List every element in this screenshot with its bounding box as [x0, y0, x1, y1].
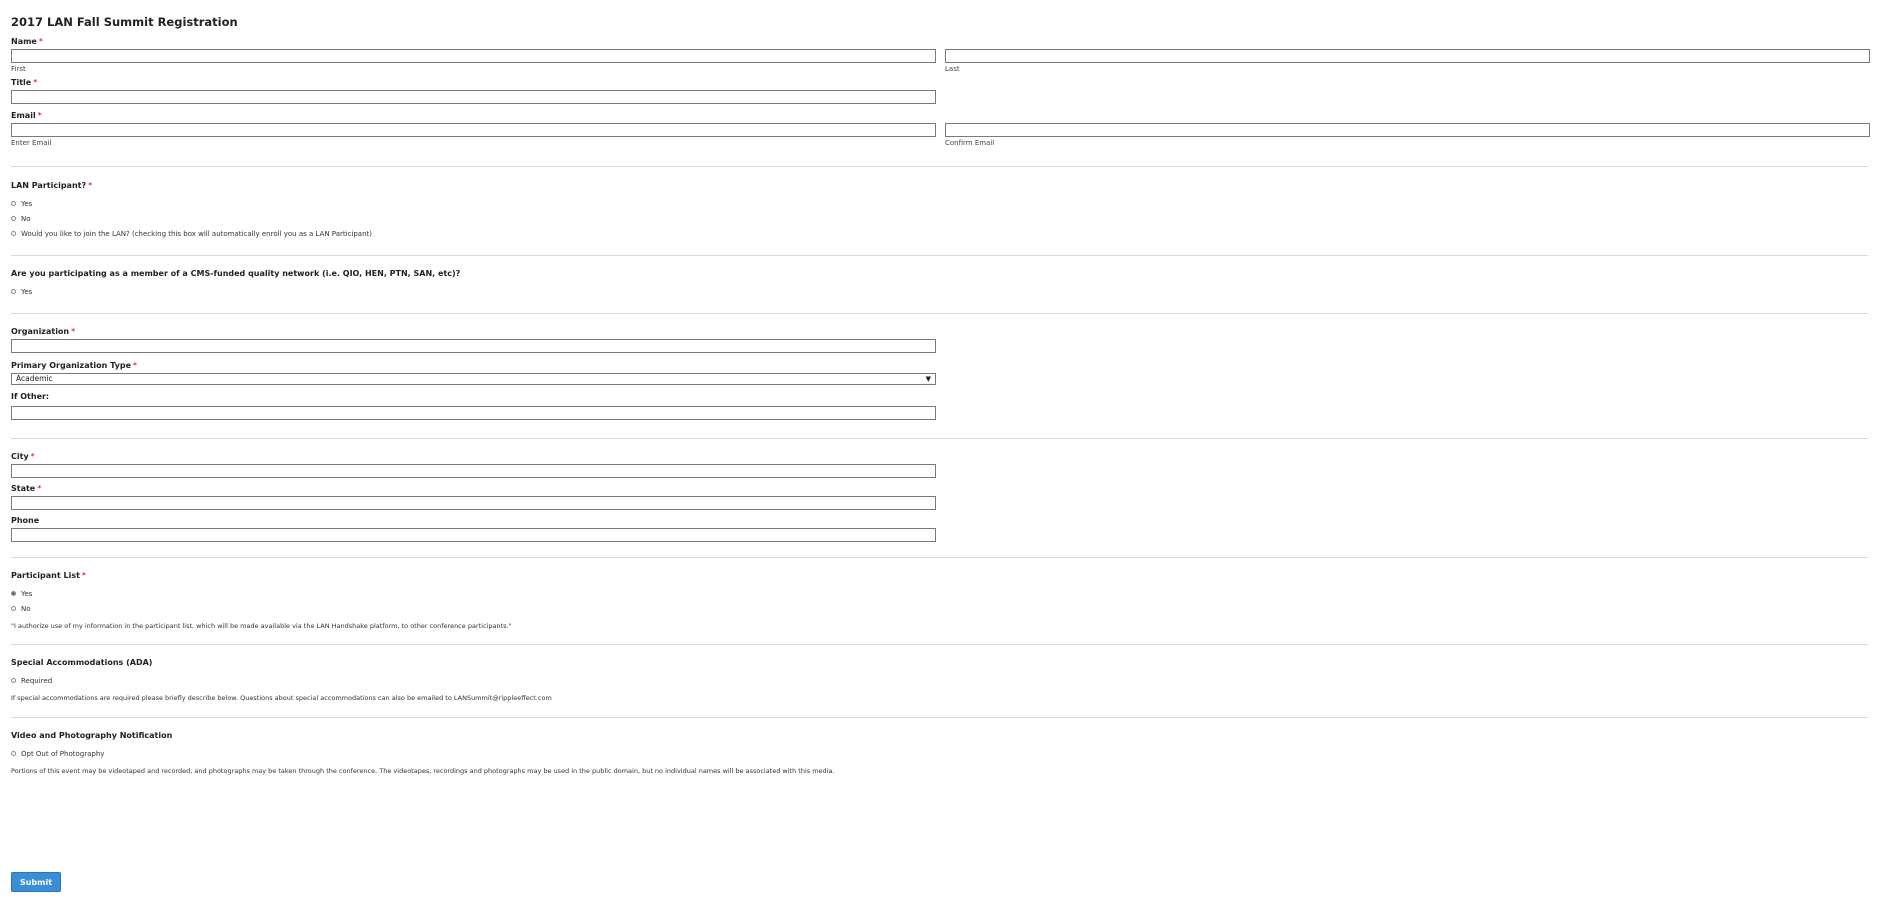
cms-network-option-yes[interactable]: Yes	[11, 284, 1868, 299]
ada-option-required[interactable]: Required	[11, 673, 1868, 688]
lan-participant-label: LAN Participant? *	[11, 181, 93, 190]
participant-list-label: Participant List *	[11, 571, 86, 580]
radio-icon[interactable]	[11, 606, 16, 611]
last-name-sublabel: Last	[945, 65, 960, 73]
checkbox-icon[interactable]	[11, 678, 16, 683]
title-input[interactable]	[11, 90, 936, 104]
last-name-input[interactable]	[945, 49, 1870, 63]
required-mark: *	[33, 78, 38, 87]
org-type-label: Primary Organization Type *	[11, 361, 138, 370]
participant-list-note: "I authorize use of my information in th…	[11, 622, 512, 630]
cms-network-label: Are you participating as a member of a C…	[11, 269, 461, 278]
city-label: City *	[11, 452, 35, 461]
ada-note: If special accommodations are required p…	[11, 694, 552, 702]
first-name-input[interactable]	[11, 49, 936, 63]
required-mark: *	[71, 327, 76, 336]
state-input[interactable]	[11, 496, 936, 510]
section-divider	[11, 166, 1868, 167]
radio-selected-icon[interactable]	[11, 591, 16, 596]
city-input[interactable]	[11, 464, 936, 478]
section-divider	[11, 255, 1868, 256]
video-note: Portions of this event may be videotaped…	[11, 767, 835, 775]
submit-button[interactable]: Submit	[11, 872, 61, 892]
required-mark: *	[81, 571, 86, 580]
lan-participant-option-join[interactable]: Would you like to join the LAN? (checkin…	[11, 226, 1868, 241]
section-divider	[11, 313, 1868, 314]
form-title: 2017 LAN Fall Summit Registration	[11, 15, 238, 29]
phone-input[interactable]	[11, 528, 936, 542]
title-label: Title *	[11, 78, 38, 87]
org-type-select[interactable]: Academic ▼	[11, 373, 936, 385]
required-mark: *	[88, 181, 93, 190]
required-mark: *	[37, 484, 42, 493]
video-option-opt-out[interactable]: Opt Out of Photography	[11, 746, 1868, 761]
registration-form: 2017 LAN Fall Summit Registration Name * …	[0, 0, 1879, 775]
checkbox-icon[interactable]	[11, 751, 16, 756]
first-name-sublabel: First	[11, 65, 26, 73]
email-input[interactable]	[11, 123, 936, 137]
chevron-down-icon[interactable]: ▼	[926, 374, 931, 384]
enter-email-sublabel: Enter Email	[11, 139, 52, 147]
organization-input[interactable]	[11, 339, 936, 353]
required-mark: *	[133, 361, 138, 370]
radio-icon[interactable]	[11, 201, 16, 206]
section-divider	[11, 557, 1868, 558]
lan-participant-option-no[interactable]: No	[11, 211, 1868, 226]
required-mark: *	[30, 452, 35, 461]
participant-list-option-yes[interactable]: Yes	[11, 586, 1868, 601]
confirm-email-input[interactable]	[945, 123, 1870, 137]
section-divider	[11, 438, 1868, 439]
email-label: Email *	[11, 111, 42, 120]
required-mark: *	[37, 111, 42, 120]
radio-icon[interactable]	[11, 216, 16, 221]
radio-icon[interactable]	[11, 231, 16, 236]
name-label: Name *	[11, 37, 43, 46]
required-mark: *	[38, 37, 43, 46]
phone-label: Phone	[11, 516, 40, 525]
if-other-input[interactable]	[11, 406, 936, 420]
organization-label: Organization *	[11, 327, 76, 336]
section-divider	[11, 717, 1868, 718]
confirm-email-sublabel: Confirm Email	[945, 139, 995, 147]
org-type-selected-value: Academic	[16, 374, 53, 383]
participant-list-option-no[interactable]: No	[11, 601, 1868, 616]
checkbox-icon[interactable]	[11, 289, 16, 294]
section-divider	[11, 644, 1868, 645]
if-other-label: If Other:	[11, 392, 50, 401]
lan-participant-option-yes[interactable]: Yes	[11, 196, 1868, 211]
state-label: State *	[11, 484, 42, 493]
ada-label: Special Accommodations (ADA)	[11, 658, 153, 667]
video-notification-label: Video and Photography Notification	[11, 731, 173, 740]
